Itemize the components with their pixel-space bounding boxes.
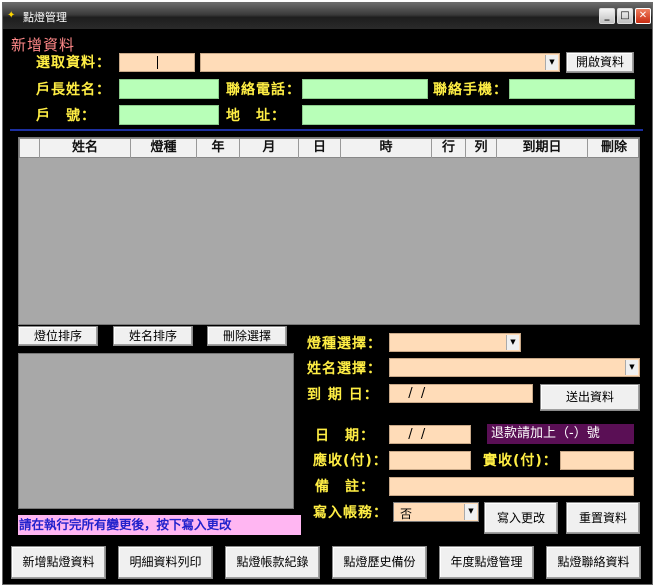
annual-management-button[interactable]: 年度點燈管理 — [439, 546, 534, 579]
delete-selected-button[interactable]: 刪除選擇 — [207, 326, 287, 346]
col-lamp-type[interactable]: 燈種 — [131, 139, 197, 158]
name-select-label: 姓名選擇： — [307, 361, 382, 377]
lamp-type-dropdown[interactable]: ▼ — [389, 333, 521, 352]
lamp-sort-button[interactable]: 燈位排序 — [18, 326, 98, 346]
col-row[interactable]: 行 — [432, 139, 466, 158]
date-input[interactable]: / / — [389, 425, 471, 444]
print-detail-button[interactable]: 明細資料列印 — [118, 546, 213, 579]
reset-button[interactable]: 重置資料 — [566, 502, 640, 534]
names-list[interactable] — [18, 353, 294, 509]
write-account-dropdown[interactable]: 否 ▼ — [393, 502, 479, 522]
window-title: 點燈管理 — [23, 11, 67, 24]
history-backup-button[interactable]: 點燈歷史備份 — [332, 546, 427, 579]
household-input[interactable] — [119, 105, 219, 125]
chevron-down-icon[interactable]: ▼ — [506, 335, 519, 350]
write-account-value: 否 — [400, 507, 413, 521]
select-code-input[interactable] — [119, 53, 195, 72]
chevron-down-icon[interactable]: ▼ — [464, 504, 477, 520]
col-delete[interactable]: 刪除 — [588, 139, 640, 158]
open-record-button[interactable]: 開啟資料 — [566, 52, 634, 73]
minimize-button[interactable]: _ — [599, 8, 615, 24]
head-name-input[interactable] — [119, 79, 219, 99]
col-year[interactable]: 年 — [197, 139, 240, 158]
close-button[interactable]: ✕ — [635, 8, 651, 24]
phone-input[interactable] — [302, 79, 428, 99]
received-input[interactable] — [560, 451, 634, 470]
lamp-type-label: 燈種選擇： — [307, 336, 382, 352]
name-select-dropdown[interactable]: ▼ — [389, 358, 640, 377]
records-table[interactable]: 姓名 燈種 年 月 日 時 行 列 到期日 刪除 — [18, 137, 640, 325]
name-sort-button[interactable]: 姓名排序 — [113, 326, 193, 346]
col-name[interactable]: 姓名 — [40, 139, 131, 158]
lamp-accounts-button[interactable]: 點燈帳款紀錄 — [225, 546, 320, 579]
write-changes-button[interactable]: 寫入更改 — [484, 502, 558, 534]
refund-note: 退款請加上（-）號 — [487, 424, 634, 444]
contact-data-button[interactable]: 點燈聯絡資料 — [546, 546, 641, 579]
maximize-button[interactable]: □ — [617, 8, 633, 24]
date-label: 日 期： — [315, 428, 375, 444]
chevron-down-icon[interactable]: ▼ — [625, 360, 638, 375]
expiry-label: 到 期 日： — [307, 387, 379, 403]
col-expiry[interactable]: 到期日 — [497, 139, 588, 158]
add-lamp-button[interactable]: 新增點燈資料 — [11, 546, 106, 579]
address-input[interactable] — [302, 105, 635, 125]
send-button[interactable]: 送出資料 — [540, 384, 640, 411]
notice-text: 請在執行完所有變更後，按下寫入更改 — [18, 515, 301, 535]
col-column[interactable]: 列 — [466, 139, 497, 158]
expiry-input[interactable]: / / — [389, 384, 533, 403]
table-header: 姓名 燈種 年 月 日 時 行 列 到期日 刪除 — [19, 138, 639, 158]
divider — [10, 129, 643, 131]
mobile-label: 聯絡手機： — [433, 82, 508, 98]
received-label: 實收(付)： — [483, 453, 558, 469]
mobile-input[interactable] — [509, 79, 635, 99]
address-label: 地 址： — [226, 108, 286, 124]
chevron-down-icon[interactable]: ▼ — [545, 55, 558, 70]
col-day[interactable]: 日 — [299, 139, 341, 158]
col-month[interactable]: 月 — [240, 139, 299, 158]
col-hour[interactable]: 時 — [341, 139, 432, 158]
select-record-dropdown[interactable]: ▼ — [200, 53, 560, 72]
select-label: 選取資料： — [36, 55, 111, 71]
receivable-input[interactable] — [389, 451, 471, 470]
row-selector-header — [20, 139, 40, 158]
title-bar: ✦ 點燈管理 _ □ ✕ — [3, 3, 652, 29]
write-account-label: 寫入帳務： — [313, 505, 388, 521]
household-label: 戶 號： — [36, 108, 96, 124]
head-name-label: 戶長姓名： — [36, 82, 111, 98]
remark-label: 備 註： — [315, 479, 375, 495]
receivable-label: 應收(付)： — [313, 453, 388, 469]
star-icon: ✦ — [7, 10, 16, 21]
remark-input[interactable] — [389, 477, 634, 496]
phone-label: 聯絡電話： — [226, 82, 301, 98]
